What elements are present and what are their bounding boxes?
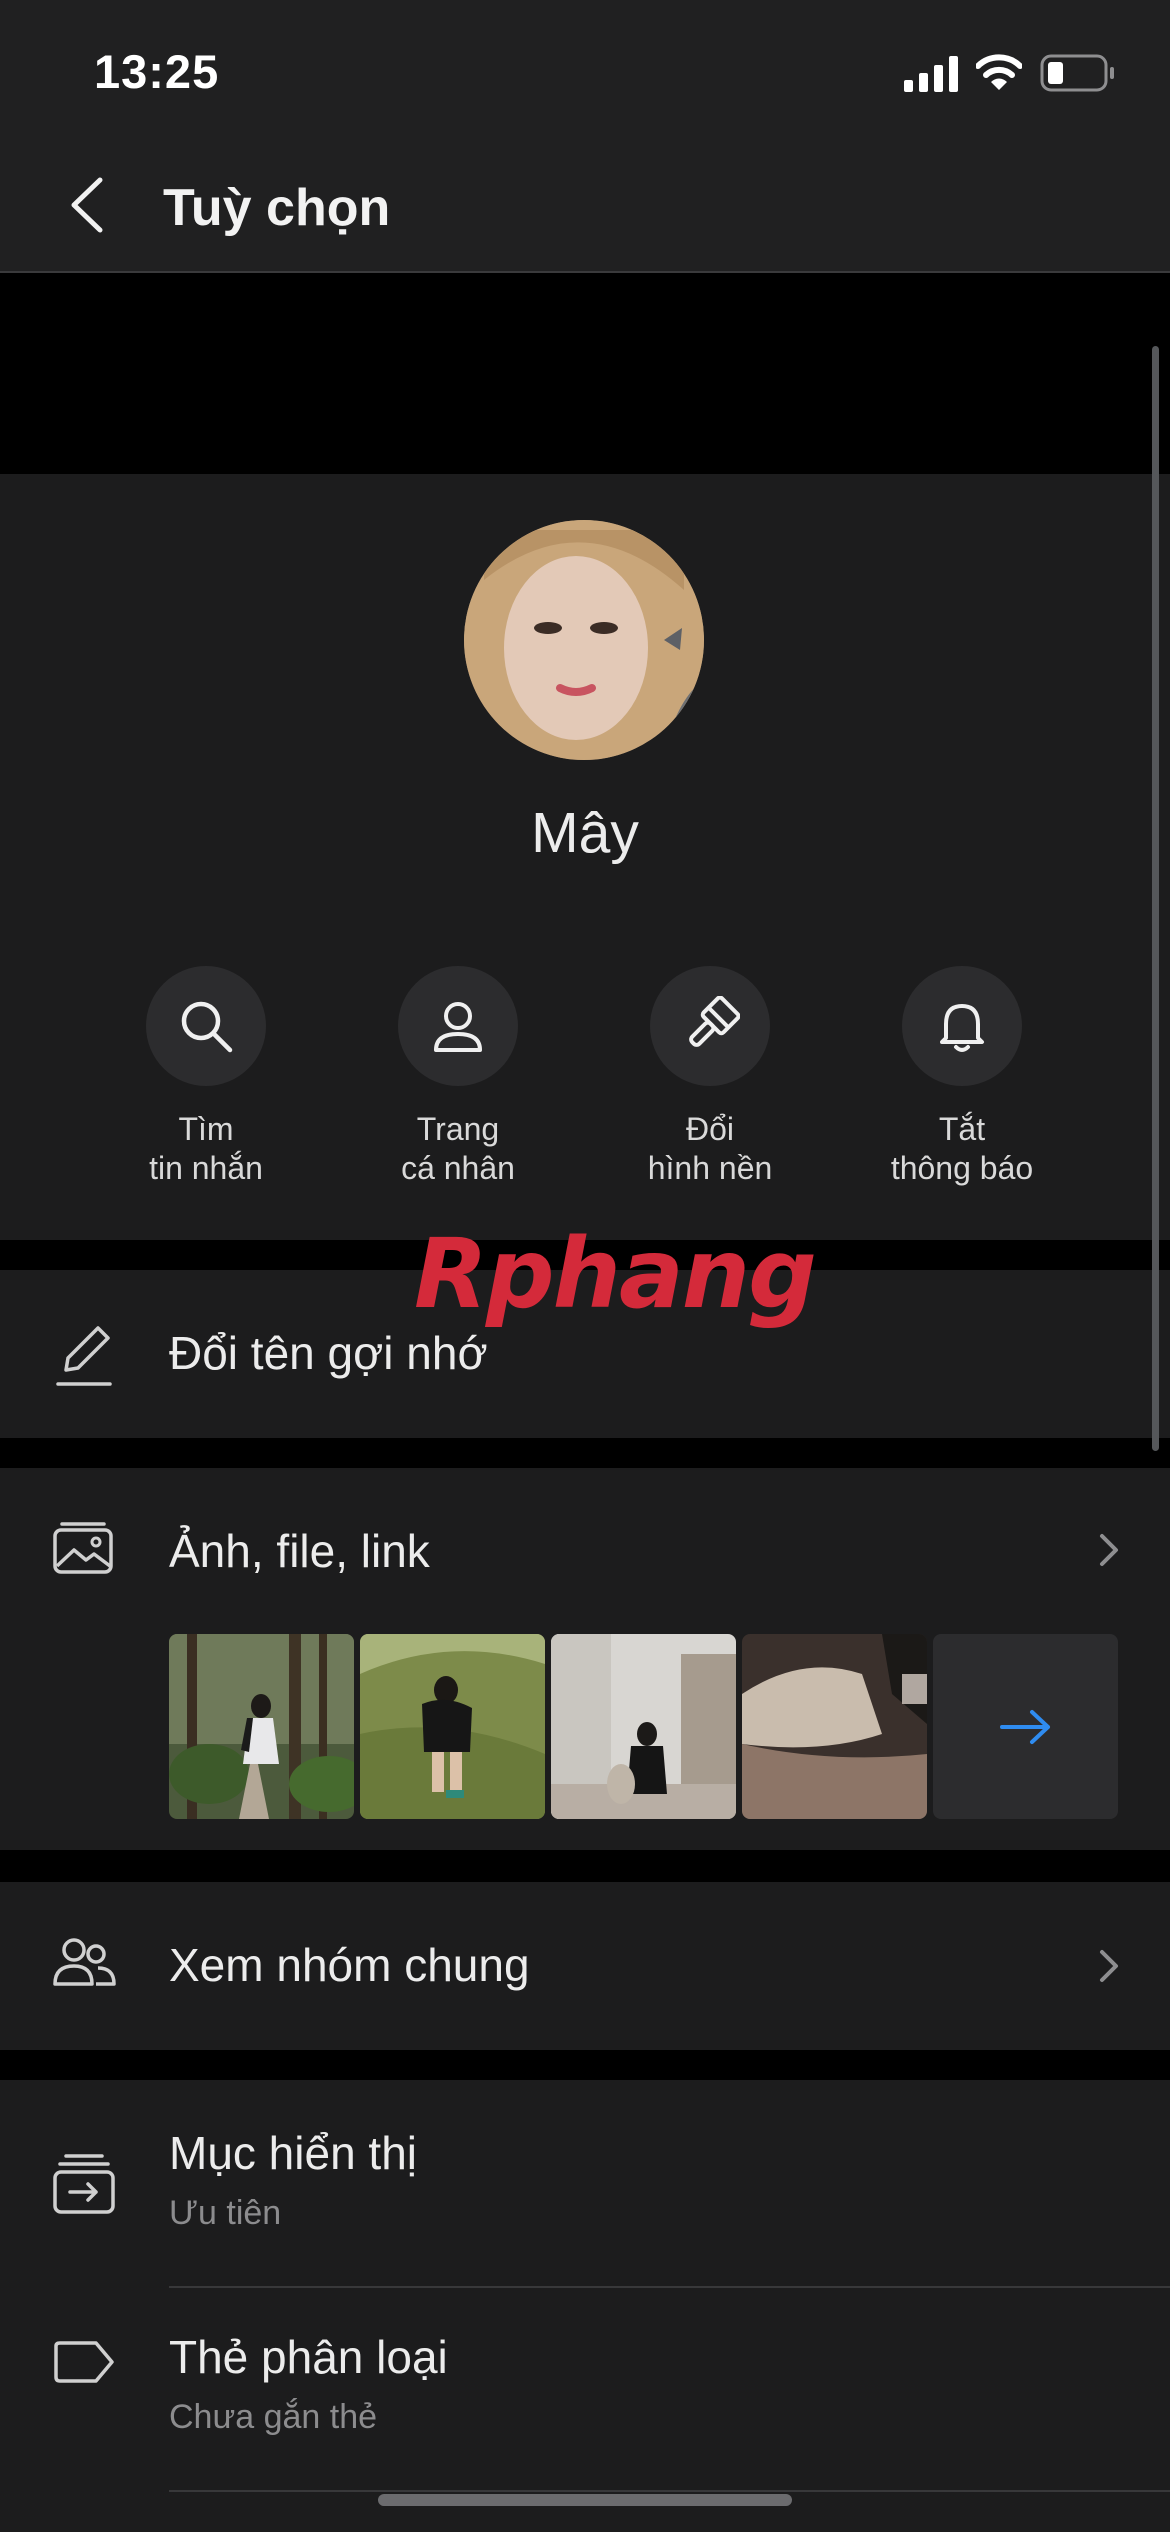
settings-section: Mục hiển thị Ưu tiên Thẻ phân loại Chưa … xyxy=(0,2080,1170,2532)
action-label-line2: tin nhắn xyxy=(149,1150,263,1186)
action-label: Đổi hình nền xyxy=(590,1110,830,1188)
action-label-line2: hình nền xyxy=(647,1150,773,1186)
action-label-line1: Tắt xyxy=(938,1111,986,1147)
media-row[interactable]: Ảnh, file, link xyxy=(0,1468,1170,1608)
action-profile-page[interactable]: Trang cá nhân xyxy=(338,966,578,1188)
search-icon xyxy=(181,1001,233,1053)
photo-image xyxy=(360,1634,545,1819)
rename-label: Đổi tên gợi nhớ xyxy=(169,1327,488,1379)
wifi-icon xyxy=(976,54,1022,90)
watermark-text: Rphang xyxy=(414,1218,817,1330)
paintbrush-icon xyxy=(689,996,740,1047)
group-icon xyxy=(53,1938,116,1986)
action-label: Tắt thông báo xyxy=(842,1110,1082,1188)
person-icon xyxy=(434,1002,482,1052)
pencil-icon xyxy=(56,1326,112,1386)
inbox-icon xyxy=(53,2154,115,2214)
tag-value: Chưa gắn thẻ xyxy=(169,2398,378,2436)
home-indicator[interactable] xyxy=(378,2494,792,2506)
avatar-image xyxy=(464,520,704,760)
signal-icon xyxy=(904,56,958,92)
back-button[interactable] xyxy=(60,172,120,238)
media-icon xyxy=(53,1522,113,1574)
avatar[interactable] xyxy=(464,520,704,760)
common-groups-label: Xem nhóm chung xyxy=(169,1939,530,1991)
chevron-left-icon xyxy=(71,177,103,233)
action-label: Tìm tin nhắn xyxy=(86,1110,326,1188)
chevron-right-icon xyxy=(1100,1534,1118,1566)
battery-icon xyxy=(1040,54,1114,92)
display-value: Ưu tiên xyxy=(169,2194,282,2232)
divider xyxy=(169,2490,1170,2492)
chevron-right-icon xyxy=(1100,1950,1118,1982)
photo-image xyxy=(551,1634,736,1819)
media-thumbnail[interactable] xyxy=(360,1634,545,1819)
media-see-all-button[interactable] xyxy=(933,1634,1118,1819)
action-label-line1: Đổi xyxy=(685,1111,734,1147)
photo-image xyxy=(169,1634,354,1819)
paintbrush-icon-circle xyxy=(650,966,770,1086)
status-time: 13:25 xyxy=(94,45,220,98)
page-title: Tuỳ chọn xyxy=(163,179,391,237)
bell-icon xyxy=(940,1004,984,1052)
watermark-logo: Rphang xyxy=(414,1218,817,1330)
profile-name: Mây xyxy=(531,801,639,865)
action-mute-notifications[interactable]: Tắt thông báo xyxy=(842,966,1082,1188)
status-bar: 13:25 xyxy=(0,0,1170,140)
common-groups-row[interactable]: Xem nhóm chung xyxy=(0,1882,1170,2050)
media-thumbnail[interactable] xyxy=(742,1634,927,1819)
action-search-messages[interactable]: Tìm tin nhắn xyxy=(86,966,326,1188)
header-bar: Tuỳ chọn xyxy=(0,140,1170,273)
profile-section: Mây Tìm tin nhắn Trang cá nhân Đổi hình … xyxy=(0,474,1170,1240)
tag-icon xyxy=(54,2341,114,2383)
action-change-wallpaper[interactable]: Đổi hình nền xyxy=(590,966,830,1188)
person-icon-circle xyxy=(398,966,518,1086)
media-thumbnail[interactable] xyxy=(169,1634,354,1819)
photo-image xyxy=(742,1634,927,1819)
arrow-right-icon xyxy=(999,1709,1050,1744)
bell-icon-circle xyxy=(902,966,1022,1086)
action-label-line1: Tìm xyxy=(178,1111,234,1147)
scrollbar[interactable] xyxy=(1152,346,1159,1451)
action-label-line1: Trang xyxy=(416,1111,500,1147)
action-label-line2: cá nhân xyxy=(401,1150,515,1186)
media-thumbnail[interactable] xyxy=(551,1634,736,1819)
action-label-line2: thông báo xyxy=(890,1150,1034,1186)
display-row[interactable]: Mục hiển thị Ưu tiên xyxy=(0,2080,1170,2286)
display-label: Mục hiển thị xyxy=(169,2127,418,2179)
search-icon-circle xyxy=(146,966,266,1086)
media-label: Ảnh, file, link xyxy=(169,1525,430,1577)
media-section: Ảnh, file, link xyxy=(0,1468,1170,1850)
tag-row[interactable]: Thẻ phân loại Chưa gắn thẻ xyxy=(0,2288,1170,2494)
action-label: Trang cá nhân xyxy=(338,1110,578,1188)
tag-label: Thẻ phân loại xyxy=(169,2331,448,2383)
